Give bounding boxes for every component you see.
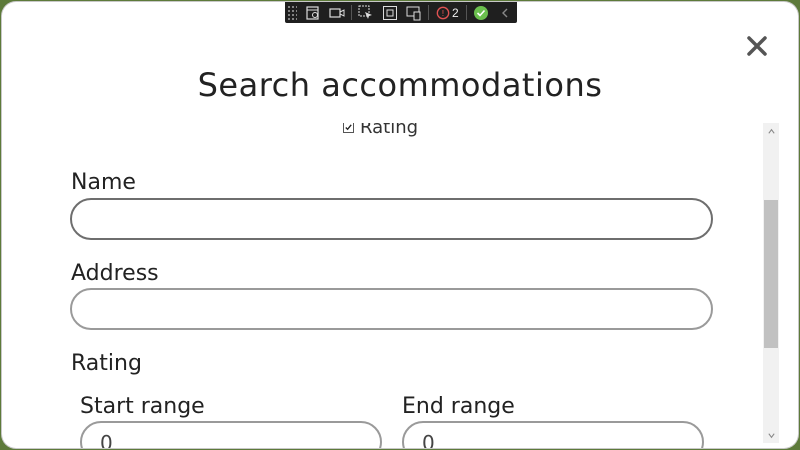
toolbar-separator (465, 5, 467, 20)
start-range-input[interactable]: 0 (80, 421, 382, 448)
rating-toggle-label: Rating (360, 123, 419, 138)
end-range-input[interactable]: 0 (402, 421, 704, 448)
name-label: Name (71, 170, 136, 195)
checkbox-checked-icon[interactable] (343, 123, 354, 133)
select-element-icon[interactable] (354, 2, 378, 23)
scroll-up-icon[interactable] (763, 123, 779, 139)
address-input[interactable] (70, 288, 713, 330)
error-count: 2 (452, 5, 459, 20)
grip-icon[interactable] (287, 4, 297, 21)
collapse-chevron-icon[interactable] (493, 2, 517, 23)
svg-text:!: ! (441, 9, 444, 18)
rating-label: Rating (71, 351, 142, 376)
component-inspect-icon[interactable] (301, 2, 325, 23)
toolbar-separator (351, 5, 352, 20)
dialog-title: Search accommodations (197, 66, 603, 104)
form-scroll-area: Rating Name Address Rating Start range 0… (2, 123, 798, 448)
end-range-label: End range (402, 394, 515, 419)
close-icon (747, 36, 767, 56)
error-indicator[interactable]: ! 2 (431, 2, 464, 23)
scrollbar-thumb[interactable] (764, 200, 778, 348)
name-input[interactable] (70, 198, 713, 240)
success-check-icon[interactable] (469, 2, 493, 23)
box-model-icon[interactable] (378, 2, 402, 23)
start-range-label: Start range (80, 394, 205, 419)
toolbar-separator (428, 5, 429, 20)
responsive-icon[interactable] (402, 2, 426, 23)
address-label: Address (71, 261, 159, 286)
vertical-scrollbar[interactable] (763, 123, 779, 443)
scroll-down-icon[interactable] (763, 427, 779, 443)
video-icon[interactable] (325, 2, 349, 23)
start-range-value: 0 (100, 431, 113, 448)
close-button[interactable] (743, 32, 771, 60)
end-range-value: 0 (422, 431, 435, 448)
error-icon: ! (436, 6, 450, 19)
rating-toggle[interactable]: Rating (343, 123, 418, 138)
devtools-toolbar: ! 2 (285, 2, 517, 23)
search-dialog: ! 2 Search accommodations Rating Name Ad… (2, 2, 798, 448)
